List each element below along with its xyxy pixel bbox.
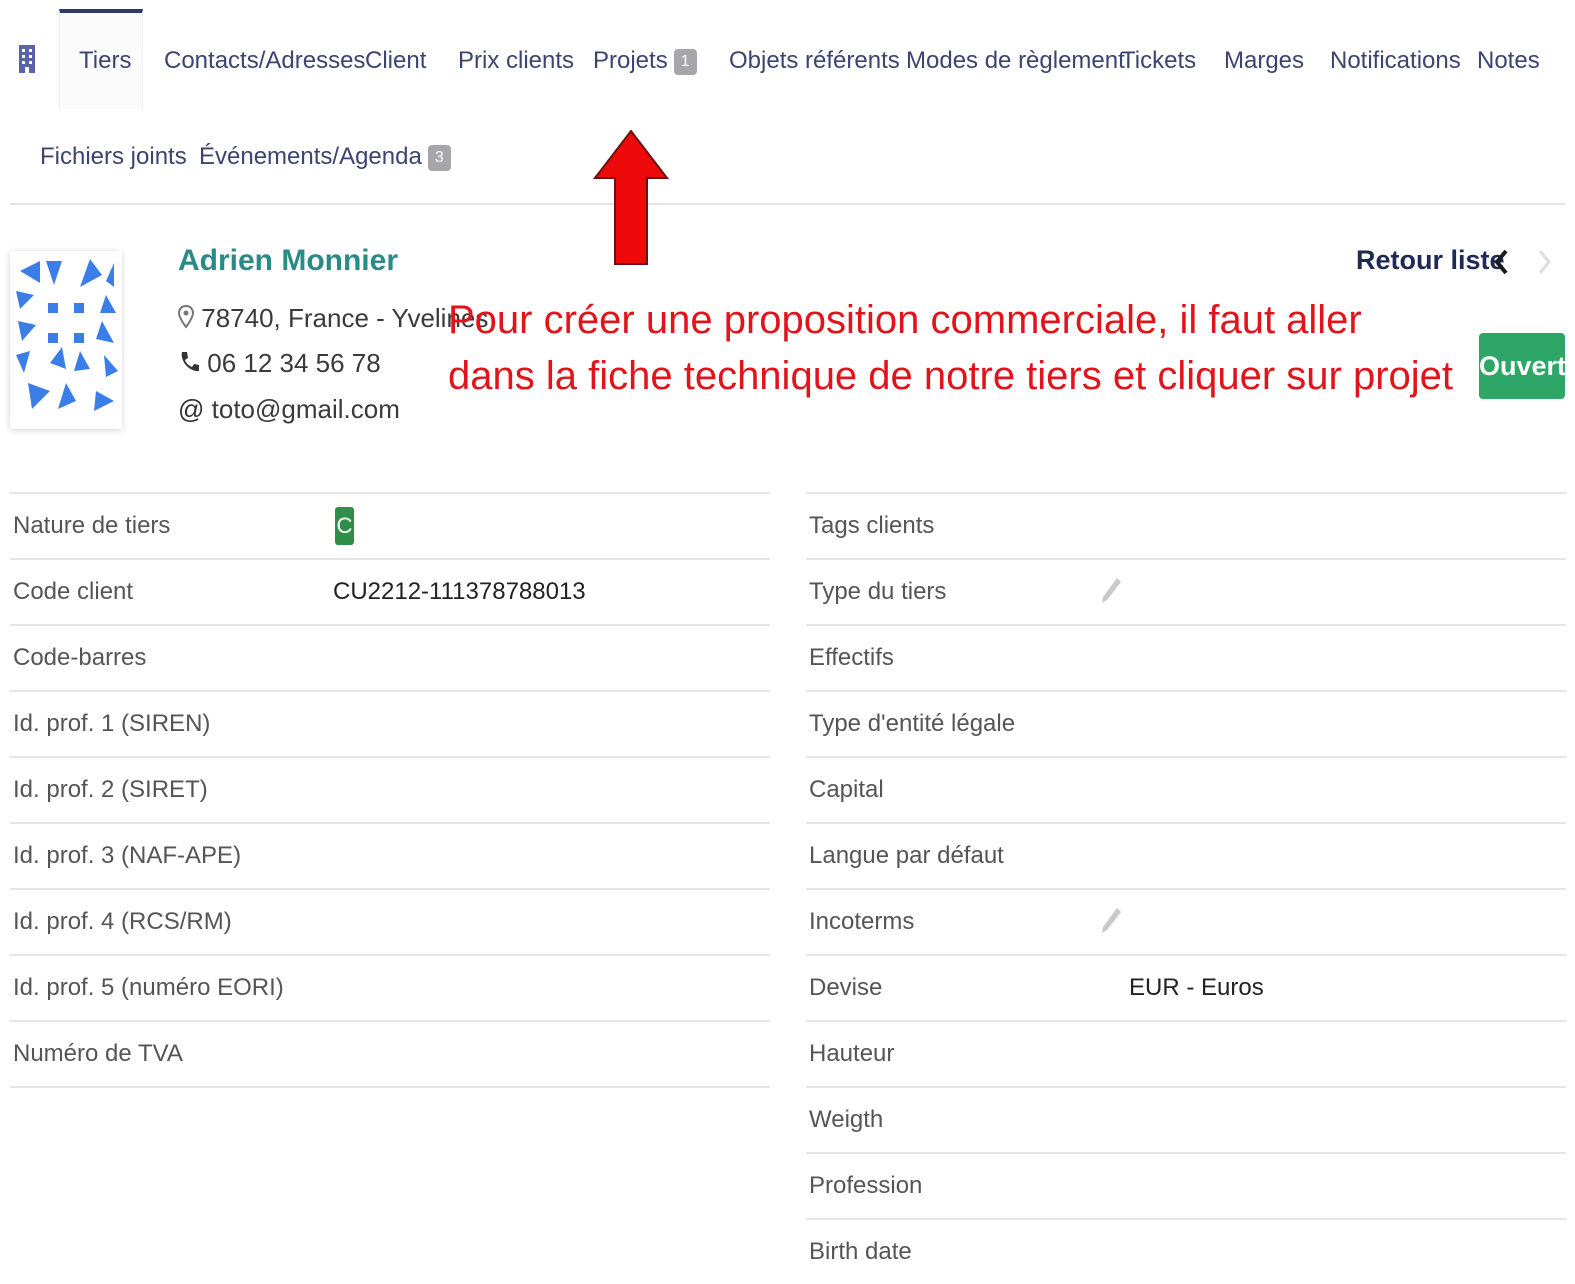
identicon-logo — [16, 259, 118, 411]
field-row-code-client: Code client CU2212-111378788013 — [10, 558, 770, 624]
field-label: Birth date — [809, 1238, 912, 1265]
field-row-birth-date: Birth date — [806, 1218, 1566, 1284]
status-badge: Ouvert — [1479, 333, 1566, 399]
field-row-type-du-tiers: Type du tiers — [806, 558, 1566, 624]
field-label: Numéro de TVA — [13, 1040, 183, 1067]
email-text[interactable]: toto@gmail.com — [212, 394, 400, 424]
tab-notifications[interactable]: Notifications — [1330, 46, 1461, 76]
field-label: Type du tiers — [809, 578, 947, 605]
tabs-divider — [10, 203, 1565, 205]
chevron-right-icon[interactable] — [1533, 246, 1555, 278]
company-avatar — [10, 251, 122, 429]
field-row-eori: Id. prof. 5 (numéro EORI) — [10, 954, 770, 1020]
tab-label: Objets référents — [729, 47, 900, 74]
field-label: Nature de tiers — [13, 512, 171, 539]
field-row-incoterms: Incoterms — [806, 888, 1566, 954]
tab-count-badge: 1 — [673, 49, 697, 75]
field-label: Type d'entité légale — [809, 710, 1016, 737]
field-label: Id. prof. 1 (SIREN) — [13, 710, 211, 737]
field-value: EUR - Euros — [1129, 974, 1264, 1001]
field-label: Id. prof. 5 (numéro EORI) — [13, 974, 284, 1001]
field-label: Code client — [13, 578, 134, 605]
field-label: Capital — [809, 776, 884, 803]
back-to-list-link[interactable]: Retour liste — [1356, 245, 1505, 276]
red-arrow-annotation — [592, 129, 670, 265]
field-label: Profession — [809, 1172, 923, 1199]
tab-prix-clients[interactable]: Prix clients — [458, 46, 574, 76]
field-row-langue-par-defaut: Langue par défaut — [806, 822, 1566, 888]
map-marker-icon — [177, 304, 195, 329]
tab-tickets[interactable]: Tickets — [1121, 46, 1196, 76]
field-row-weigth: Weigth — [806, 1086, 1566, 1152]
address-line: 78740, France - Yvelines — [177, 303, 489, 334]
field-label: Effectifs — [809, 644, 894, 671]
field-row-nature-de-tiers: Nature de tiers C — [10, 492, 770, 558]
tab-fichiers-joints[interactable]: Fichiers joints — [40, 142, 187, 172]
field-label: Weigth — [809, 1106, 884, 1133]
tab-client[interactable]: Client — [365, 46, 426, 76]
tab-count-badge: 3 — [427, 145, 451, 171]
address-text: 78740, France - Yvelines — [201, 303, 489, 333]
field-label: Tags clients — [809, 512, 935, 539]
phone-line: 06 12 34 56 78 — [178, 348, 381, 379]
tab-label: Notifications — [1330, 47, 1461, 74]
tab-label: Client — [365, 47, 427, 74]
tab-label: Prix clients — [458, 47, 575, 74]
tab-label: Marges — [1224, 47, 1305, 74]
field-label: Incoterms — [809, 908, 915, 935]
tab-label: Fichiers joints — [40, 143, 187, 170]
field-label: Hauteur — [809, 1040, 895, 1067]
annotation-text: Pour créer une proposition commerciale, … — [448, 298, 1454, 398]
at-icon: @ — [178, 394, 205, 424]
tab-projets[interactable]: Projets 1 — [593, 46, 697, 76]
tab-label: Événements/Agenda — [199, 143, 422, 170]
email-line: @ toto@gmail.com — [178, 394, 400, 425]
field-value: CU2212-111378788013 — [333, 578, 586, 605]
phone-text: 06 12 34 56 78 — [207, 348, 381, 378]
field-row-profession: Profession — [806, 1152, 1566, 1218]
fields-right-table: Tags clients Type du tiers Effectifs Typ… — [806, 492, 1566, 1284]
field-row-naf-ape: Id. prof. 3 (NAF-APE) — [10, 822, 770, 888]
fields-left-table: Nature de tiers C Code client CU2212-111… — [10, 492, 770, 1088]
tab-label: Projets — [593, 47, 668, 74]
field-label: Id. prof. 3 (NAF-APE) — [13, 842, 242, 869]
field-row-effectifs: Effectifs — [806, 624, 1566, 690]
field-label: Devise — [809, 974, 883, 1001]
field-label: Langue par défaut — [809, 842, 1004, 869]
company-name[interactable]: Adrien Monnier — [178, 244, 398, 278]
tab-label: Tiers — [79, 47, 132, 74]
field-label: Id. prof. 4 (RCS/RM) — [13, 908, 232, 935]
field-row-tags-clients: Tags clients — [806, 492, 1566, 558]
field-row-capital: Capital — [806, 756, 1566, 822]
field-label: Id. prof. 2 (SIRET) — [13, 776, 208, 803]
tab-evenements-agenda[interactable]: Événements/Agenda 3 — [199, 142, 451, 172]
customer-type-badge: C — [335, 507, 354, 545]
chevron-left-icon[interactable] — [1491, 246, 1513, 278]
field-row-siret: Id. prof. 2 (SIRET) — [10, 756, 770, 822]
tab-label: Notes — [1477, 47, 1540, 74]
phone-icon — [181, 352, 199, 372]
pencil-icon[interactable] — [1099, 576, 1123, 606]
field-row-siren: Id. prof. 1 (SIREN) — [10, 690, 770, 756]
tab-notes[interactable]: Notes — [1477, 46, 1540, 76]
tab-label: Contacts/Adresses — [164, 47, 366, 74]
tab-contacts-adresses[interactable]: Contacts/Adresses — [164, 46, 365, 76]
tab-label: Modes de règlement — [906, 47, 1125, 74]
field-row-code-barres: Code-barres — [10, 624, 770, 690]
field-row-hauteur: Hauteur — [806, 1020, 1566, 1086]
building-icon[interactable] — [18, 44, 36, 74]
tab-label: Tickets — [1121, 47, 1197, 74]
tab-marges[interactable]: Marges — [1224, 46, 1304, 76]
pencil-icon[interactable] — [1099, 906, 1123, 936]
field-row-devise: Devise EUR - Euros — [806, 954, 1566, 1020]
field-row-rcs-rm: Id. prof. 4 (RCS/RM) — [10, 888, 770, 954]
tab-modes-de-reglement[interactable]: Modes de règlement — [906, 46, 1125, 76]
field-row-tva: Numéro de TVA — [10, 1020, 770, 1088]
field-label: Code-barres — [13, 644, 147, 671]
tab-tiers[interactable]: Tiers — [79, 46, 131, 76]
field-row-type-entite-legale: Type d'entité légale — [806, 690, 1566, 756]
tab-objets-referents[interactable]: Objets référents — [729, 46, 900, 76]
